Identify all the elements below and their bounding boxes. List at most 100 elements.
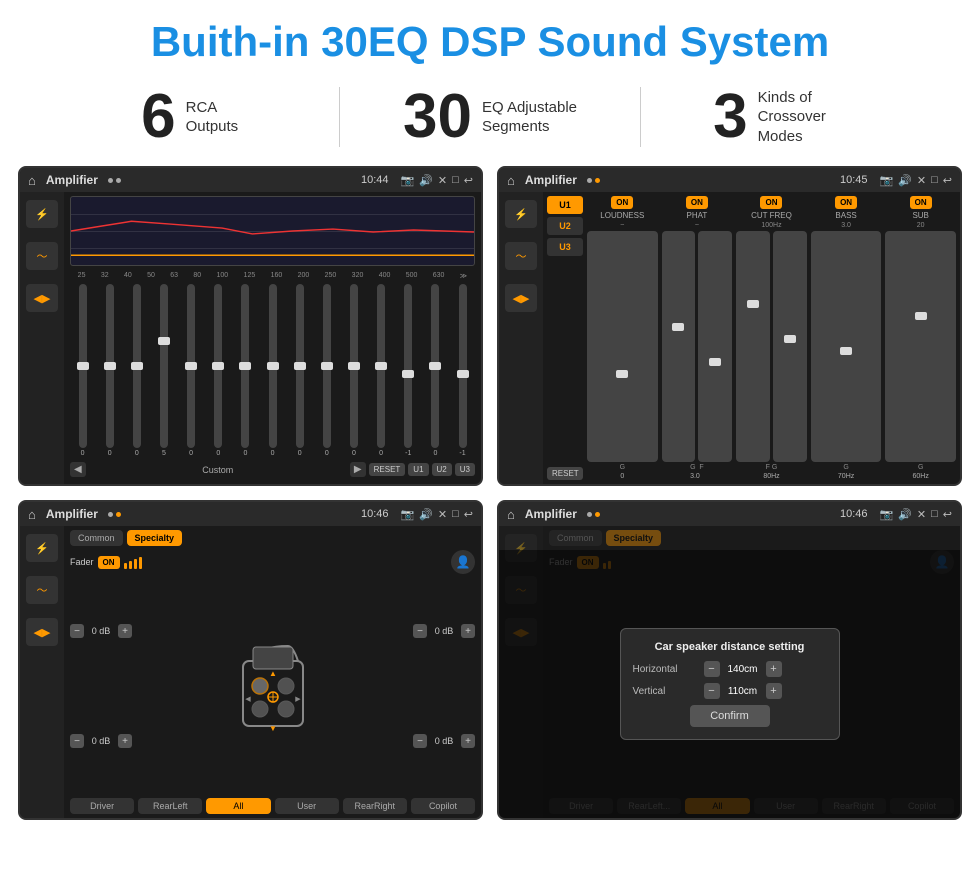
eq-track-8[interactable] (296, 284, 304, 448)
fader-plus-tl[interactable]: + (118, 624, 132, 638)
eq-thumb-14[interactable] (457, 370, 469, 378)
xover-cutfreq-thumb1[interactable] (747, 300, 759, 308)
eq-thumb-2[interactable] (131, 362, 143, 370)
eq-side-btn-1[interactable]: ⚡ (26, 200, 58, 228)
fader-tab-common[interactable]: Common (70, 530, 123, 546)
eq-slider-9[interactable]: 0 (314, 284, 339, 457)
fader-home-icon[interactable]: ⌂ (28, 507, 36, 522)
back-icon[interactable]: ↩ (464, 174, 473, 187)
eq-reset-btn[interactable]: RESET (369, 463, 406, 476)
xover-u1-btn[interactable]: U1 (547, 196, 583, 214)
eq-thumb-6[interactable] (239, 362, 251, 370)
confirm-button[interactable]: Confirm (690, 705, 770, 727)
xover-sub-thumb1[interactable] (915, 312, 927, 320)
fader-copilot-btn[interactable]: Copilot (411, 798, 475, 814)
fader-rearright-btn[interactable]: RearRight (343, 798, 407, 814)
xover-u2-btn[interactable]: U2 (547, 217, 583, 235)
xover-back-icon[interactable]: ↩ (943, 174, 952, 187)
eq-track-2[interactable] (133, 284, 141, 448)
fader-driver-btn[interactable]: Driver (70, 798, 134, 814)
xover-bass-thumb1[interactable] (840, 347, 852, 355)
fader-tab-specialty[interactable]: Specialty (127, 530, 183, 546)
eq-slider-7[interactable]: 0 (260, 284, 285, 457)
fader-all-btn[interactable]: All (206, 798, 270, 814)
fader-rearleft-btn[interactable]: RearLeft (138, 798, 202, 814)
xover-loudness-thumb1[interactable] (616, 370, 628, 378)
eq-track-10[interactable] (350, 284, 358, 448)
dialog-home-icon[interactable]: ⌂ (507, 507, 515, 522)
eq-track-6[interactable] (241, 284, 249, 448)
eq-thumb-13[interactable] (429, 362, 441, 370)
fader-back-icon[interactable]: ↩ (464, 508, 473, 521)
xover-side-btn-3[interactable]: ◀▶ (505, 284, 537, 312)
eq-thumb-3[interactable] (158, 337, 170, 345)
eq-thumb-1[interactable] (104, 362, 116, 370)
xover-phat-thumb1[interactable] (672, 323, 684, 331)
eq-track-0[interactable] (79, 284, 87, 448)
eq-slider-8[interactable]: 0 (287, 284, 312, 457)
xover-cutfreq-slider2[interactable] (773, 231, 807, 462)
xover-bass-slider1[interactable] (811, 231, 882, 462)
eq-thumb-10[interactable] (348, 362, 360, 370)
eq-u1-btn[interactable]: U1 (408, 463, 428, 476)
eq-thumb-11[interactable] (375, 362, 387, 370)
dialog-horizontal-minus[interactable]: − (704, 661, 720, 677)
xover-side-btn-1[interactable]: ⚡ (505, 200, 537, 228)
fader-person-icon[interactable]: 👤 (451, 550, 475, 574)
xover-loudness-slider1[interactable] (587, 231, 658, 462)
eq-slider-0[interactable]: 0 (70, 284, 95, 457)
xover-sub-toggle[interactable]: ON (910, 196, 932, 209)
home-icon[interactable]: ⌂ (28, 173, 36, 188)
xover-cutfreq-toggle[interactable]: ON (760, 196, 782, 209)
fader-minus-br[interactable]: − (413, 734, 427, 748)
fader-minus-tl[interactable]: − (70, 624, 84, 638)
eq-track-5[interactable] (214, 284, 222, 448)
eq-u3-btn[interactable]: U3 (455, 463, 475, 476)
eq-slider-4[interactable]: 0 (179, 284, 204, 457)
eq-thumb-5[interactable] (212, 362, 224, 370)
dialog-horizontal-plus[interactable]: + (766, 661, 782, 677)
fader-plus-bl[interactable]: + (118, 734, 132, 748)
eq-thumb-4[interactable] (185, 362, 197, 370)
eq-slider-10[interactable]: 0 (341, 284, 366, 457)
eq-track-4[interactable] (187, 284, 195, 448)
eq-track-12[interactable] (404, 284, 412, 448)
eq-track-14[interactable] (459, 284, 467, 448)
eq-side-btn-3[interactable]: ◀▶ (26, 284, 58, 312)
eq-slider-6[interactable]: 0 (233, 284, 258, 457)
eq-track-3[interactable] (160, 284, 168, 448)
xover-sub-slider1[interactable] (885, 231, 956, 462)
dialog-vertical-plus[interactable]: + (766, 683, 782, 699)
eq-prev-btn[interactable]: ◀ (70, 462, 86, 477)
xover-phat-slider1[interactable] (662, 231, 696, 462)
eq-track-9[interactable] (323, 284, 331, 448)
fader-side-btn-1[interactable]: ⚡ (26, 534, 58, 562)
eq-thumb-7[interactable] (267, 362, 279, 370)
fader-side-btn-3[interactable]: ◀▶ (26, 618, 58, 646)
eq-slider-12[interactable]: -1 (396, 284, 421, 457)
eq-slider-14[interactable]: -1 (450, 284, 475, 457)
eq-track-1[interactable] (106, 284, 114, 448)
eq-track-11[interactable] (377, 284, 385, 448)
eq-u2-btn[interactable]: U2 (432, 463, 452, 476)
xover-phat-slider2[interactable] (698, 231, 732, 462)
dialog-vertical-minus[interactable]: − (704, 683, 720, 699)
xover-home-icon[interactable]: ⌂ (507, 173, 515, 188)
eq-slider-2[interactable]: 0 (124, 284, 149, 457)
eq-side-btn-2[interactable]: 〜 (26, 242, 58, 270)
fader-minus-bl[interactable]: − (70, 734, 84, 748)
eq-track-13[interactable] (431, 284, 439, 448)
eq-slider-11[interactable]: 0 (369, 284, 394, 457)
xover-u3-btn[interactable]: U3 (547, 238, 583, 256)
fader-user-btn[interactable]: User (275, 798, 339, 814)
dialog-close-icon[interactable]: ✕ (917, 508, 926, 521)
xover-reset-btn[interactable]: RESET (547, 467, 583, 480)
eq-next-btn[interactable]: ▶ (350, 462, 366, 477)
xover-side-btn-2[interactable]: 〜 (505, 242, 537, 270)
eq-thumb-8[interactable] (294, 362, 306, 370)
xover-phat-toggle[interactable]: ON (686, 196, 708, 209)
xover-close-icon[interactable]: ✕ (917, 174, 926, 187)
fader-on-toggle[interactable]: ON (98, 556, 120, 569)
xover-phat-thumb2[interactable] (709, 358, 721, 366)
eq-thumb-12[interactable] (402, 370, 414, 378)
